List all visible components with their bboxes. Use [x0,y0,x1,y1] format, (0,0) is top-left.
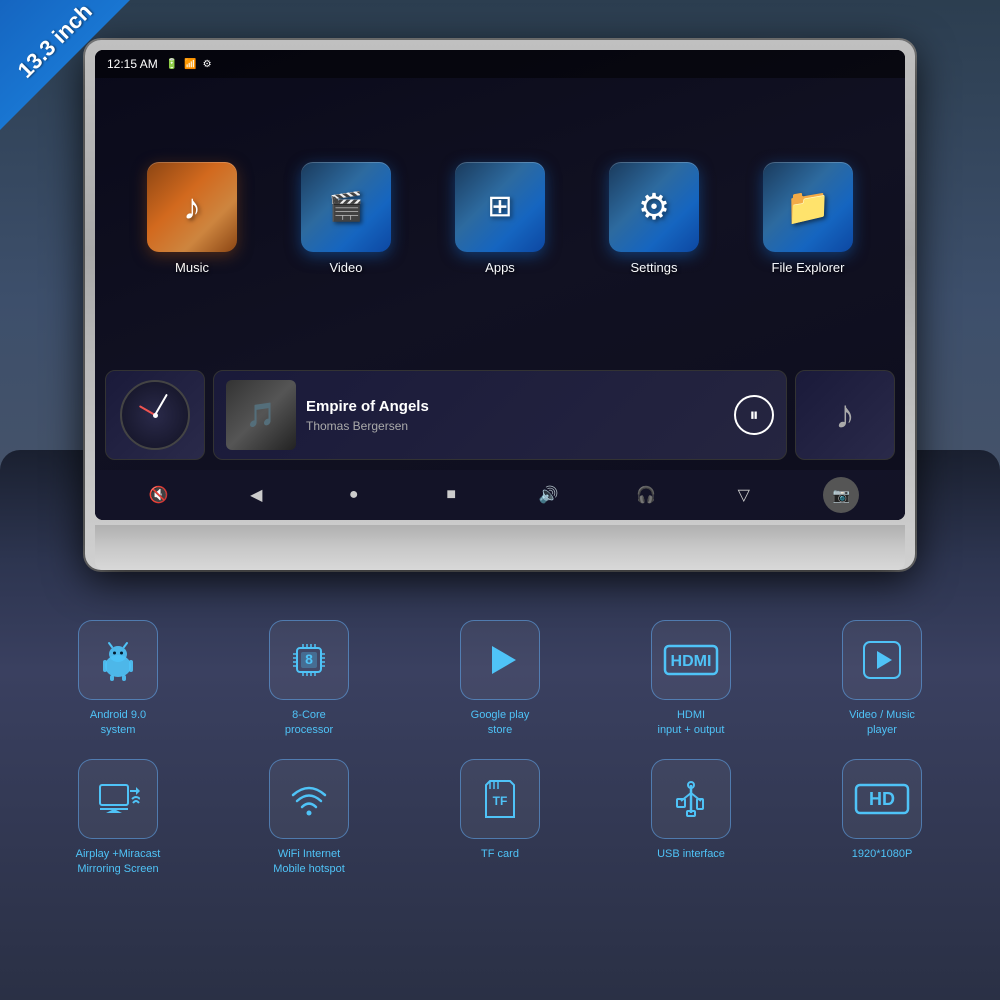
playstore-label: Google playstore [471,708,530,739]
svg-text:TF: TF [493,794,508,808]
hdmi-svg-icon: HDMI [661,638,721,682]
processor-icon-bg: 8 [269,620,349,700]
hd-svg-icon: HD [852,777,912,821]
android-icon-bg [78,620,158,700]
wifi-svg-icon [287,777,331,821]
stop-button[interactable]: ■ [433,477,469,513]
processor-label: 8-Coreprocessor [285,708,333,739]
airplay-label: Airplay +MiracastMirroring Screen [76,847,161,878]
settings-icon-small: ⚙ [203,59,212,70]
music-icon: ♪ [183,186,201,228]
playstore-svg-icon [478,638,522,682]
track-title: Empire of Angels [306,398,724,415]
screen: 12:15 AM 🔋 📶 ⚙ ♪ Music 🎬 [95,50,905,520]
app-grid: ♪ Music 🎬 Video ⊞ Apps [95,78,905,358]
control-bar: 🔇 ◀ ● ■ 🔊 🎧 ▽ 📷 [95,470,905,520]
status-time: 12:15 AM [107,57,158,71]
tfcard-svg-icon: TF [478,777,522,821]
music-player: 🎵 Empire of Angels Thomas Bergersen ⏸ [213,370,787,460]
video-icon: 🎬 [329,190,364,223]
features-section: Android 9.0system 8 [0,600,1000,1000]
feature-hd: HD 1920*1080P [794,759,970,878]
music-label: Music [175,260,209,275]
music-note-icon: ♪ [835,393,855,438]
feature-android: Android 9.0system [30,620,206,739]
headphone-button[interactable]: 🎧 [628,477,664,513]
feature-processor: 8 [221,620,397,739]
dot-button[interactable]: ● [336,477,372,513]
app-apps[interactable]: ⊞ Apps [450,162,550,275]
apps-label: Apps [485,260,515,275]
files-icon: 📁 [786,186,831,228]
usb-label: USB interface [657,847,725,862]
feature-usb: USB interface [603,759,779,878]
status-bar: 12:15 AM 🔋 📶 ⚙ [95,50,905,78]
track-artist: Thomas Bergersen [306,419,724,433]
track-info: Empire of Angels Thomas Bergersen [306,398,724,433]
apps-icon: ⊞ [487,189,512,224]
features-row-1: Android 9.0system 8 [30,620,970,739]
battery-icon: 🔋 [166,59,178,70]
usb-svg-icon [669,777,713,821]
tfcard-icon-bg: TF [460,759,540,839]
feature-tfcard: TF TF card [412,759,588,878]
videoplayer-icon-bg [842,620,922,700]
app-video[interactable]: 🎬 Video [296,162,396,275]
android-label: Android 9.0system [90,708,146,739]
clock-widget [105,370,205,460]
feature-playstore: Google playstore [412,620,588,739]
files-icon-wrapper: 📁 [763,162,853,252]
pause-button[interactable]: ⏸ [734,395,774,435]
svg-text:HDMI: HDMI [671,653,712,670]
clock-face [120,380,190,450]
features-row-2: Airplay +MiracastMirroring Screen WiFi I… [30,759,970,878]
status-icons: 🔋 📶 ⚙ [166,59,212,70]
clock-center-dot [153,413,158,418]
wifi-icon-bg [269,759,349,839]
feature-airplay: Airplay +MiracastMirroring Screen [30,759,206,878]
hd-icon-bg: HD [842,759,922,839]
app-files[interactable]: 📁 File Explorer [758,162,858,275]
camera-button[interactable]: 📷 [823,477,859,513]
app-settings[interactable]: ⚙ Settings [604,162,704,275]
app-music[interactable]: ♪ Music [142,162,242,275]
processor-svg-icon: 8 [287,638,331,682]
album-art: 🎵 [226,380,296,450]
signal-icon: 📶 [184,59,196,70]
dropdown-button[interactable]: ▽ [726,477,762,513]
hd-label: 1920*1080P [852,847,913,862]
settings-label: Settings [631,260,678,275]
airplay-svg-icon [96,777,140,821]
airplay-icon-bg [78,759,158,839]
video-label: Video [329,260,362,275]
monitor-unit: 12:15 AM 🔋 📶 ⚙ ♪ Music 🎬 [85,40,915,570]
svg-text:8: 8 [305,651,313,667]
feature-videoplayer: Video / Musicplayer [794,620,970,739]
videoplayer-label: Video / Musicplayer [849,708,915,739]
tfcard-label: TF card [481,847,519,862]
hdmi-icon-bg: HDMI [651,620,731,700]
wifi-label: WiFi InternetMobile hotspot [273,847,345,878]
music-note-widget: ♪ [795,370,895,460]
files-label: File Explorer [772,260,845,275]
settings-icon-wrapper: ⚙ [609,162,699,252]
android-svg-icon [96,638,140,682]
prev-button[interactable]: ◀ [238,477,274,513]
videoplayer-svg-icon [860,638,904,682]
screen-inner: 12:15 AM 🔋 📶 ⚙ ♪ Music 🎬 [95,50,905,520]
feature-hdmi: HDMI HDMIinput + output [603,620,779,739]
playstore-icon-bg [460,620,540,700]
music-icon-wrapper: ♪ [147,162,237,252]
feature-wifi: WiFi InternetMobile hotspot [221,759,397,878]
volume-up-button[interactable]: 🔊 [531,477,567,513]
settings-gear-icon: ⚙ [638,186,670,228]
svg-text:HD: HD [869,789,895,809]
apps-icon-wrapper: ⊞ [455,162,545,252]
hdmi-label: HDMIinput + output [658,708,725,739]
screen-bottom-row: 🎵 Empire of Angels Thomas Bergersen ⏸ ♪ [95,360,905,470]
video-icon-wrapper: 🎬 [301,162,391,252]
volume-down-button[interactable]: 🔇 [141,477,177,513]
monitor-bottom-bar [95,525,905,570]
usb-icon-bg [651,759,731,839]
